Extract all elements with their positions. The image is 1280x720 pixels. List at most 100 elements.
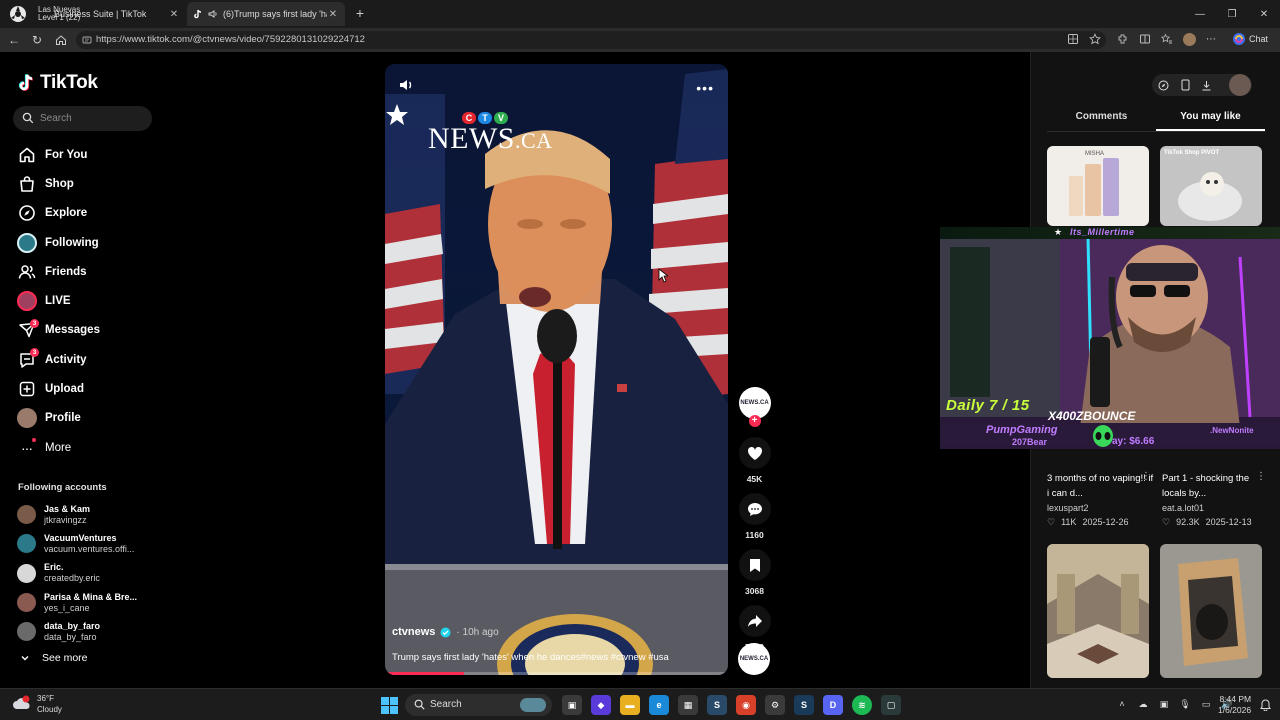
back-icon[interactable]: ← xyxy=(6,32,22,48)
tab-business-suite[interactable]: Business Suite | TikTok ✕ xyxy=(30,2,186,26)
task-view-icon[interactable]: ▣ xyxy=(562,695,582,715)
cloud-icon[interactable]: ☁ xyxy=(1136,697,1150,711)
speaker-icon[interactable] xyxy=(208,9,218,19)
reload-icon[interactable]: ↻ xyxy=(29,32,45,48)
bookmark-action[interactable]: 3068 xyxy=(738,549,771,596)
home-icon[interactable] xyxy=(53,32,69,48)
menu-item-upload[interactable]: Upload xyxy=(16,374,100,403)
creator-avatar[interactable]: NEWS.CA + xyxy=(738,387,771,427)
restore-icon[interactable]: ❐ xyxy=(1216,0,1248,28)
following-account[interactable]: Jas & Kam jtkravingzz xyxy=(17,500,137,529)
following-account[interactable]: Parisa & Mina & Bre... yes_i_cane xyxy=(17,588,137,617)
menu-label: Activity xyxy=(45,353,87,366)
app-available-icon[interactable] xyxy=(1066,32,1080,46)
see-more-button[interactable]: See more xyxy=(20,652,88,664)
stream-donation: ay: $6.66 xyxy=(1112,436,1155,447)
tiktok-sidebar: TikTok Search For You Shop Explore Follo… xyxy=(0,52,170,688)
minimize-icon[interactable]: — xyxy=(1184,0,1216,28)
following-account[interactable]: VacuumVentures vacuum.ventures.offi... xyxy=(17,529,137,558)
menu-item-explore[interactable]: Explore xyxy=(16,199,100,228)
app-icon[interactable]: ▢ xyxy=(881,695,901,715)
search-input[interactable]: Search xyxy=(13,106,152,131)
tiktok-logo[interactable]: TikTok xyxy=(18,72,98,94)
tab-comments[interactable]: Comments xyxy=(1047,110,1156,131)
menu-item-friends[interactable]: Friends xyxy=(16,257,100,286)
menu-item-profile[interactable]: Profile xyxy=(16,404,100,433)
video-progress-bar[interactable] xyxy=(385,672,728,675)
recommended-video-thumb[interactable]: MISHA xyxy=(1047,146,1149,226)
tiktok-note-icon xyxy=(18,73,33,91)
messages-icon: 3 xyxy=(16,318,39,341)
more-options-icon[interactable]: ⋮ xyxy=(1256,471,1266,482)
edge-browser-icon[interactable]: e xyxy=(649,695,669,715)
close-icon[interactable]: ✕ xyxy=(327,9,339,20)
microphone-icon[interactable]: 🎙 xyxy=(1178,697,1192,711)
taskbar-search-input[interactable]: Search xyxy=(405,694,552,716)
tab-you-may-like[interactable]: You may like xyxy=(1156,110,1265,131)
like-action[interactable]: 45K xyxy=(738,437,771,484)
extensions-icon[interactable] xyxy=(1116,32,1130,46)
download-icon[interactable] xyxy=(1201,80,1212,91)
chevron-down-icon xyxy=(21,656,29,661)
menu-item-activity[interactable]: 3 Activity xyxy=(16,345,100,374)
weather-widget[interactable]: 36°F Cloudy xyxy=(12,693,62,715)
comment-action[interactable]: 1160 xyxy=(738,493,771,540)
menu-item-shop[interactable]: Shop xyxy=(16,169,100,198)
clock-date: 1/6/2026 xyxy=(1218,705,1252,715)
volume-icon[interactable] xyxy=(399,78,415,92)
favorite-star-icon[interactable] xyxy=(1088,32,1102,46)
compass-icon[interactable] xyxy=(1158,80,1169,91)
user-avatar[interactable] xyxy=(1229,74,1251,96)
site-info-icon[interactable] xyxy=(82,35,92,45)
app-icon[interactable]: ⚙ xyxy=(765,695,785,715)
close-window-icon[interactable]: ✕ xyxy=(1248,0,1280,28)
profile-avatar-icon[interactable] xyxy=(1182,32,1196,46)
settings-menu-icon[interactable]: ⋯ xyxy=(1204,32,1218,46)
store-icon[interactable]: ▦ xyxy=(678,695,698,715)
close-icon[interactable]: ✕ xyxy=(168,9,180,20)
menu-item-messages[interactable]: 3 Messages xyxy=(16,316,100,345)
menu-item-more[interactable]: ··· More xyxy=(16,433,100,462)
like-count: 45K xyxy=(746,474,763,484)
system-clock[interactable]: 8:44 PM 1/6/2026 xyxy=(1218,694,1251,716)
spotify-icon[interactable]: ≋ xyxy=(852,695,872,715)
split-screen-icon[interactable] xyxy=(1138,32,1152,46)
discord-icon[interactable]: D xyxy=(823,695,843,715)
steam-alt-icon[interactable]: S xyxy=(794,695,814,715)
video-more-icon[interactable]: ••• xyxy=(696,80,714,96)
recommended-video-info[interactable]: Part 1 - shocking the locals by... eat.a… xyxy=(1162,471,1270,529)
tab-tiktok-video[interactable]: (6)Trump says first lady 'hates' ✕ xyxy=(187,2,345,26)
author-name[interactable]: ctvnews xyxy=(392,626,435,638)
following-account[interactable]: Eric. createdby.eric xyxy=(17,559,137,588)
mobile-icon[interactable] xyxy=(1181,79,1190,91)
verified-icon xyxy=(440,627,451,637)
copilot-chat-button[interactable]: Chat xyxy=(1232,32,1268,46)
news-ca-text: NEWS.CA xyxy=(428,122,553,156)
news-brand: NEWS xyxy=(428,122,515,155)
ctv-news-watermark: C T V NEWS.CA xyxy=(428,112,553,156)
app-tray-icon[interactable]: ▣ xyxy=(1157,697,1171,711)
video-player[interactable]: ••• C T V NEWS.CA ctvnews · 10h ago Trum… xyxy=(385,64,728,675)
menu-item-following[interactable]: Following xyxy=(16,228,100,257)
menu-item-live[interactable]: LIVE xyxy=(16,286,100,315)
favorites-icon[interactable] xyxy=(1160,32,1174,46)
following-account[interactable]: data_by_faro data_by_faro xyxy=(17,617,137,646)
steam-icon[interactable]: S xyxy=(707,695,727,715)
chevron-up-icon[interactable]: ˄ xyxy=(1115,697,1129,711)
copilot-app-icon[interactable]: ◆ xyxy=(591,695,611,715)
recommended-video-thumb[interactable] xyxy=(1047,544,1149,678)
file-explorer-icon[interactable]: ▬ xyxy=(620,695,640,715)
more-options-icon[interactable]: ⋮ xyxy=(1141,471,1151,482)
new-tab-button[interactable]: + xyxy=(352,5,368,21)
recommended-video-thumb[interactable] xyxy=(1160,544,1262,678)
recommended-video-thumb[interactable]: TikTok Shop PIVOT xyxy=(1160,146,1262,226)
follow-plus-button[interactable]: + xyxy=(748,415,761,427)
chrome-icon[interactable]: ◉ xyxy=(736,695,756,715)
network-icon[interactable]: ▭ xyxy=(1199,697,1213,711)
menu-item-for-you[interactable]: For You xyxy=(16,140,100,169)
address-bar[interactable]: https://www.tiktok.com/@ctvnews/video/75… xyxy=(76,31,1106,49)
recommended-video-info[interactable]: 3 months of no vaping!! if i can d... le… xyxy=(1047,471,1155,529)
music-disc-avatar[interactable]: NEWS.CA xyxy=(738,643,770,675)
windows-start-icon[interactable] xyxy=(381,697,398,714)
notification-bell-icon[interactable] xyxy=(1260,699,1271,711)
